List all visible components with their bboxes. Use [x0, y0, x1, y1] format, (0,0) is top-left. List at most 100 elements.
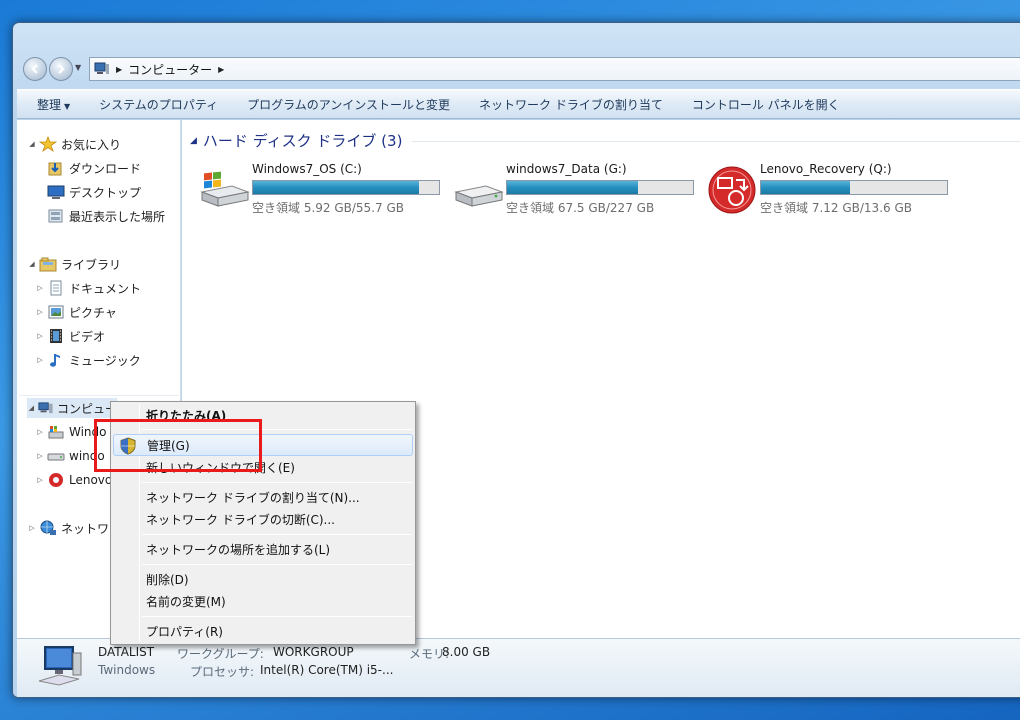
collapsed-triangle-icon[interactable]: ▷	[35, 476, 45, 484]
menu-item-map-network-drive[interactable]: ネットワーク ドライブの割り当て(N)...	[113, 486, 413, 508]
menu-item-add-network-location[interactable]: ネットワークの場所を追加する(L)	[113, 538, 413, 560]
recovery-drive-icon	[49, 473, 63, 487]
drive-g-name: windows7_Data (G:)	[506, 162, 627, 176]
group-title: ハード ディスク ドライブ (3)	[202, 132, 403, 150]
group-header[interactable]: ◢ ハード ディスク ドライブ (3)	[190, 130, 402, 151]
address-bar[interactable]: ▶ コンピューター ▶	[89, 57, 1020, 81]
documents-icon	[50, 280, 62, 296]
nav-libraries-label: ライブラリ	[61, 257, 122, 272]
drive-q-free-space: 空き領域 7.12 GB/13.6 GB	[760, 201, 912, 215]
expanded-triangle-icon[interactable]: ◢	[27, 140, 37, 148]
forward-button[interactable]	[49, 57, 73, 81]
organize-label: 整理	[37, 97, 62, 112]
processor-value: Intel(R) Core(TM) i5-...	[260, 663, 394, 677]
workgroup-value: WORKGROUP	[273, 645, 354, 659]
computer-icon	[94, 62, 109, 74]
pictures-icon	[48, 305, 64, 319]
drive-c-usage-fill	[253, 181, 420, 194]
collapsed-triangle-icon[interactable]: ▷	[35, 332, 45, 340]
drive-q-name: Lenovo_Recovery (Q:)	[760, 162, 892, 176]
nav-downloads[interactable]: ダウンロード	[45, 158, 141, 178]
recent-places-icon	[48, 209, 63, 223]
star-icon	[39, 136, 57, 152]
drive-g-tile[interactable]: windows7_Data (G:) 空き領域 67.5 GB/227 GB	[452, 160, 702, 220]
drive-q-usage-fill	[761, 181, 850, 194]
breadcrumb-separator[interactable]: ▶	[218, 65, 224, 74]
nav-desktop-label: デスクトップ	[69, 185, 142, 200]
nav-favorites[interactable]: ◢ お気に入り	[27, 134, 121, 154]
menu-separator	[142, 564, 412, 565]
menu-item-rename[interactable]: 名前の変更(M)	[113, 590, 413, 612]
nav-computer[interactable]: ◢ コンピュー	[27, 398, 117, 418]
nav-libraries[interactable]: ◢ ライブラリ	[27, 254, 121, 274]
drive-g-usage-fill	[507, 181, 638, 194]
organize-button[interactable]: 整理 ▼	[31, 96, 85, 113]
expanded-triangle-icon[interactable]: ◢	[27, 404, 36, 412]
command-bar: 整理 ▼ システムのプロパティ プログラムのアンインストールと変更 ネットワーク …	[17, 89, 1020, 119]
drive-c-usage-bar	[252, 180, 440, 195]
nav-videos-label: ビデオ	[69, 329, 106, 344]
collapsed-triangle-icon[interactable]: ▷	[35, 284, 45, 292]
dropdown-caret-icon: ▼	[64, 101, 71, 111]
address-row: ▼ ▶ コンピューター ▶	[21, 55, 1020, 83]
annotation-highlight-box	[94, 419, 262, 472]
recent-pages-dropdown[interactable]: ▼	[75, 63, 81, 72]
drive-q-usage-bar	[760, 180, 948, 195]
windows-drive-icon	[48, 426, 64, 439]
collapsed-triangle-icon[interactable]: ▷	[27, 524, 37, 532]
windows-drive-icon	[200, 171, 250, 207]
collapsed-triangle-icon[interactable]: ▷	[35, 428, 45, 436]
computer-icon	[38, 646, 82, 686]
nav-recent-places[interactable]: 最近表示した場所	[45, 206, 165, 226]
map-network-drive-button[interactable]: ネットワーク ドライブの割り当て	[465, 96, 678, 113]
collapsed-triangle-icon[interactable]: ▷	[35, 308, 45, 316]
uninstall-program-button[interactable]: プログラムのアンインストールと変更	[233, 96, 465, 113]
menu-item-delete[interactable]: 削除(D)	[113, 568, 413, 590]
drive-c-name: Windows7_OS (C:)	[252, 162, 362, 176]
computer-sub: Twindows	[98, 663, 156, 677]
menu-item-properties[interactable]: プロパティ(R)	[113, 620, 413, 642]
nav-desktop[interactable]: デスクトップ	[45, 182, 141, 202]
nav-favorites-label: お気に入り	[61, 137, 122, 152]
system-properties-button[interactable]: システムのプロパティ	[85, 96, 233, 113]
drive-q-tile[interactable]: Lenovo_Recovery (Q:) 空き領域 7.12 GB/13.6 G…	[706, 160, 956, 220]
open-control-panel-button[interactable]: コントロール パネルを開く	[678, 96, 855, 113]
computer-icon	[37, 402, 53, 414]
breadcrumb-separator[interactable]: ▶	[116, 65, 122, 74]
drive-g-free-space: 空き領域 67.5 GB/227 GB	[506, 201, 655, 215]
drive-c-tile[interactable]: Windows7_OS (C:) 空き領域 5.92 GB/55.7 GB	[198, 160, 448, 220]
arrow-left-icon	[31, 64, 38, 74]
nav-music[interactable]: ▷ ミュージック	[35, 350, 140, 370]
hard-drive-icon	[454, 185, 504, 207]
group-divider	[412, 141, 1020, 142]
nav-downloads-label: ダウンロード	[69, 161, 142, 176]
collapse-triangle-icon[interactable]: ◢	[190, 136, 197, 146]
nav-network-label: ネットワ	[61, 521, 110, 536]
expanded-triangle-icon[interactable]: ◢	[27, 260, 37, 268]
hard-drive-icon	[47, 453, 65, 461]
nav-pictures-label: ピクチャ	[69, 305, 117, 320]
menu-separator	[142, 616, 412, 617]
drive-c-free-space: 空き領域 5.92 GB/55.7 GB	[252, 201, 404, 215]
memory-value: 8.00 GB	[442, 645, 491, 659]
desktop-icon	[47, 185, 65, 199]
recovery-drive-icon	[708, 166, 756, 214]
processor-label: プロセッサ:	[190, 665, 255, 679]
collapsed-triangle-icon[interactable]: ▷	[35, 356, 45, 364]
collapsed-triangle-icon[interactable]: ▷	[35, 452, 45, 460]
back-button[interactable]	[23, 57, 47, 81]
nav-network[interactable]: ▷ ネットワ	[27, 518, 109, 538]
workgroup-label: ワークグループ:	[177, 647, 264, 661]
nav-videos[interactable]: ▷ ビデオ	[35, 326, 105, 346]
library-icon	[39, 257, 57, 272]
menu-separator	[142, 482, 412, 483]
music-note-icon	[50, 354, 60, 367]
menu-item-disconnect-network-drive[interactable]: ネットワーク ドライブの切断(C)...	[113, 508, 413, 530]
nav-recent-places-label: 最近表示した場所	[69, 209, 166, 224]
nav-documents[interactable]: ▷ ドキュメント	[35, 278, 141, 298]
nav-pictures[interactable]: ▷ ピクチャ	[35, 302, 117, 322]
computer-name: DATALIST	[98, 645, 155, 659]
nav-drive-q[interactable]: ▷ Lenovo	[35, 470, 112, 490]
menu-separator	[142, 534, 412, 535]
breadcrumb-computer[interactable]: コンピューター	[128, 61, 212, 78]
